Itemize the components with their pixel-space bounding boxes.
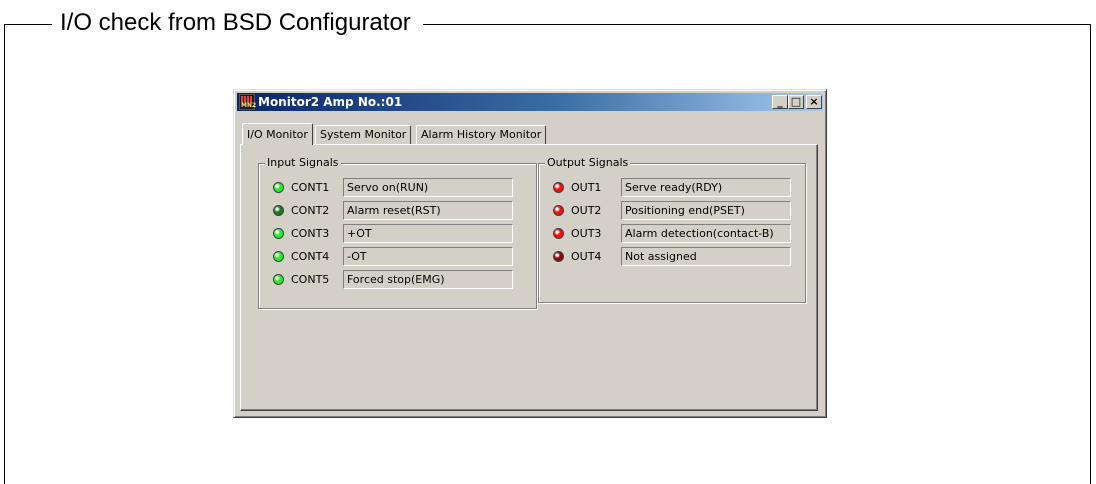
signal-description-field: -OT: [343, 247, 513, 266]
tab-system-monitor[interactable]: System Monitor: [315, 125, 412, 144]
frame-title: I/O check from BSD Configurator: [52, 7, 423, 39]
signal-row: OUT1 Serve ready(RDY): [539, 178, 805, 198]
close-button[interactable]: ×: [806, 95, 822, 109]
signal-label: OUT2: [571, 204, 602, 217]
signal-description-field: Alarm detection(contact-B): [621, 224, 791, 243]
signal-description-field: Not assigned: [621, 247, 791, 266]
signal-description-field: Alarm reset(RST): [343, 201, 513, 220]
signal-description-field: Forced stop(EMG): [343, 270, 513, 289]
signal-row: CONT1 Servo on(RUN): [259, 178, 536, 198]
output-signals-group: Output Signals OUT1 Serve ready(RDY) OUT2 P…: [538, 156, 806, 303]
status-led-icon: [273, 205, 284, 216]
status-led-icon: [273, 251, 284, 262]
signal-label: CONT5: [291, 273, 330, 286]
signal-row: CONT3 +OT: [259, 224, 536, 244]
tab-io-monitor[interactable]: I/O Monitor: [242, 123, 313, 145]
signal-row: CONT4 -OT: [259, 247, 536, 267]
signal-label: OUT1: [571, 181, 602, 194]
app-icon: MN2: [239, 94, 256, 110]
window-titlebar[interactable]: MN2 Monitor2 Amp No.:01 _ □ ×: [237, 93, 823, 111]
io-monitor-panel: Input Signals CONT1 Servo on(RUN) CONT2 Ala…: [240, 144, 818, 411]
status-led-icon: [273, 274, 284, 285]
signal-description-field: Serve ready(RDY): [621, 178, 791, 197]
output-signals-title: Output Signals: [545, 156, 631, 170]
input-signals-group: Input Signals CONT1 Servo on(RUN) CONT2 Ala…: [258, 156, 537, 309]
status-led-icon: [273, 182, 284, 193]
monitor-window: MN2 Monitor2 Amp No.:01 _ □ × I/O Monito…: [233, 89, 827, 418]
signal-label: CONT1: [291, 181, 330, 194]
signal-row: CONT2 Alarm reset(RST): [259, 201, 536, 221]
tab-alarm-history-monitor[interactable]: Alarm History Monitor: [416, 125, 547, 144]
status-led-icon: [273, 228, 284, 239]
signal-description-field: +OT: [343, 224, 513, 243]
status-led-icon: [553, 228, 564, 239]
signal-label: OUT3: [571, 227, 602, 240]
signal-label: CONT2: [291, 204, 330, 217]
signal-description-field: Servo on(RUN): [343, 178, 513, 197]
minimize-button[interactable]: _: [772, 95, 788, 109]
status-led-icon: [553, 182, 564, 193]
signal-label: OUT4: [571, 250, 602, 263]
input-signals-title: Input Signals: [265, 156, 341, 170]
signal-row: CONT5 Forced stop(EMG): [259, 270, 536, 290]
maximize-button[interactable]: □: [788, 95, 804, 109]
status-led-icon: [553, 251, 564, 262]
signal-description-field: Positioning end(PSET): [621, 201, 791, 220]
status-led-icon: [553, 205, 564, 216]
signal-row: OUT4 Not assigned: [539, 247, 805, 267]
signal-label: CONT3: [291, 227, 330, 240]
signal-row: OUT2 Positioning end(PSET): [539, 201, 805, 221]
signal-row: OUT3 Alarm detection(contact-B): [539, 224, 805, 244]
window-title: Monitor2 Amp No.:01: [258, 95, 403, 109]
signal-label: CONT4: [291, 250, 330, 263]
